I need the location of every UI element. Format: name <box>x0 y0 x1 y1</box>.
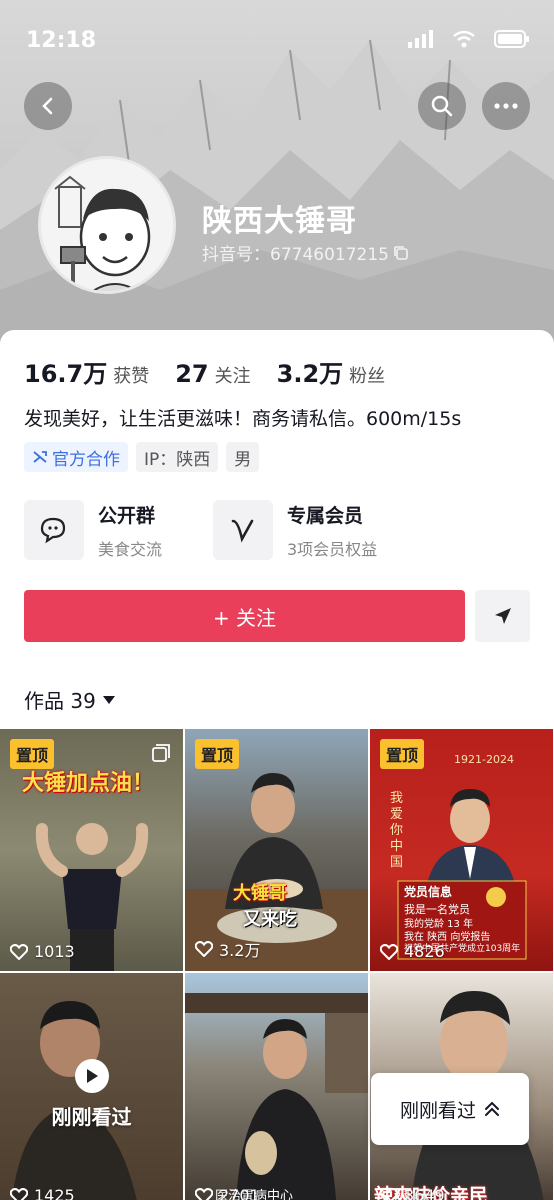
gender-tag-label: 男 <box>234 449 252 470</box>
video-card[interactable]: 置顶 1921-2024 我爱你中国 党员信息 我是一名党员 我的党龄 13 年… <box>370 729 553 971</box>
membership-entry[interactable]: 专属会员 3项会员权益 <box>213 500 377 560</box>
copy-icon[interactable] <box>393 245 409 261</box>
video-caption-bottom: 又来吃 <box>243 909 297 930</box>
caret-down-icon <box>102 695 115 704</box>
video-caption: 大锤加点油！ <box>22 771 155 796</box>
stat-fans[interactable]: 3.2万 粉丝 <box>277 354 386 389</box>
search-button[interactable] <box>418 82 466 130</box>
more-button[interactable] <box>482 82 530 130</box>
play-button[interactable] <box>74 1058 109 1093</box>
man-street-image <box>185 993 368 1200</box>
search-icon <box>431 95 453 117</box>
ip-tag: IP：陕西 <box>136 442 219 472</box>
more-dots-icon <box>494 103 518 109</box>
status-bar: 12:18 <box>0 0 554 80</box>
public-group-entry[interactable]: 公开群 美食交流 <box>24 500 162 560</box>
public-group-title: 公开群 <box>98 504 156 527</box>
back-arrow-icon <box>42 97 53 115</box>
double-chevron-up-icon <box>485 1101 499 1116</box>
video-likes: 3649 <box>380 1186 445 1200</box>
heart-icon <box>195 941 213 957</box>
send-icon <box>494 608 511 624</box>
stat-following[interactable]: 27 关注 <box>175 360 250 388</box>
stat-likes-num: 16.7万 <box>24 360 108 388</box>
recently-watched-label: 刚刚看过 <box>399 1099 476 1122</box>
video-likes-count: 3.2万 <box>219 941 261 960</box>
profile-screen: 12:18 陕西大锤哥 抖音号：67746017215 16.7万 获赞 27 … <box>0 0 554 1200</box>
banner-year-text: 1921-2024 <box>454 753 514 766</box>
video-card[interactable]: 置顶 大锤哥 又来吃 3.2万 <box>185 729 368 971</box>
profile-card: 16.7万 获赞 27 关注 3.2万 粉丝 发现美好，让生活更滋味！商务请私信… <box>0 330 554 1200</box>
douyin-id-text: 抖音号：67746017215 <box>202 245 389 265</box>
pinned-badge: 置顶 <box>195 739 240 769</box>
video-likes: 1425 <box>10 1186 75 1200</box>
follow-button[interactable]: + 关注 <box>24 590 465 642</box>
profile-name: 陕西大锤哥 <box>202 204 357 239</box>
group-chat-icon <box>24 500 84 560</box>
heart-icon <box>10 1187 28 1200</box>
works-tab[interactable]: 作品 39 <box>24 685 116 714</box>
play-icon <box>86 1068 98 1083</box>
heart-icon <box>195 1187 213 1200</box>
pinned-badge: 置顶 <box>380 739 425 769</box>
recently-watched-button[interactable]: 刚刚看过 <box>371 1073 529 1145</box>
stat-fans-num: 3.2万 <box>276 360 344 388</box>
heart-icon <box>10 943 28 960</box>
video-likes: 2701 <box>195 1186 260 1200</box>
membership-text: 专属会员 3项会员权益 <box>287 501 377 560</box>
works-label: 作品 39 <box>24 689 96 713</box>
watched-label: 刚刚看过 <box>51 1104 132 1129</box>
video-likes: 1013 <box>10 942 75 961</box>
avatar[interactable] <box>38 156 176 294</box>
video-likes: 3.2万 <box>195 937 260 961</box>
avatar-cartoon-icon <box>41 159 173 291</box>
video-likes-count: 1013 <box>34 942 75 961</box>
video-card[interactable]: 置顶 大锤加点油！ 1013 <box>0 729 183 971</box>
battery-icon <box>494 30 529 48</box>
profile-bio: 发现美好，让生活更滋味！商务请私信。600m/15s <box>24 408 462 430</box>
video-likes-count: 1425 <box>34 1186 75 1200</box>
gender-tag: 男 <box>226 442 260 472</box>
video-card[interactable]: 刚刚看过 1425 <box>0 973 183 1200</box>
watched-overlay: 刚刚看过 <box>0 973 183 1200</box>
stat-likes-label: 获赞 <box>113 366 150 387</box>
video-card[interactable]: 医治胃病中心 2701 <box>185 973 368 1200</box>
status-time: 12:18 <box>26 28 97 53</box>
video-likes: 4826 <box>380 942 445 961</box>
love-china-text: 我爱你中国 <box>390 791 404 870</box>
heart-icon <box>380 943 398 960</box>
official-tag[interactable]: 官方合作 <box>24 442 128 472</box>
public-group-text: 公开群 美食交流 <box>98 501 162 560</box>
douyin-id[interactable]: 抖音号：67746017215 <box>202 240 409 265</box>
back-button[interactable] <box>24 82 72 130</box>
share-button[interactable] <box>475 590 530 642</box>
stat-likes[interactable]: 16.7万 获赞 <box>24 354 149 389</box>
signal-icon <box>408 30 433 48</box>
video-likes-count: 3649 <box>404 1186 445 1200</box>
wifi-icon <box>453 30 475 48</box>
official-tag-label: 官方合作 <box>52 449 120 470</box>
multi-image-icon <box>152 744 170 762</box>
system-icons <box>408 30 530 48</box>
party-info-title: 党员信息 <box>404 885 453 899</box>
heart-icon <box>380 1187 398 1200</box>
video-caption-top: 大锤哥 <box>233 883 287 904</box>
follow-label: + 关注 <box>212 605 277 630</box>
membership-icon <box>213 500 273 560</box>
membership-subtitle: 3项会员权益 <box>287 539 378 559</box>
public-group-subtitle: 美食交流 <box>98 539 163 559</box>
profile-tags: 官方合作 IP：陕西 男 <box>24 442 260 472</box>
stat-following-num: 27 <box>175 360 209 388</box>
stat-following-label: 关注 <box>214 366 251 387</box>
video-likes-count: 4826 <box>404 942 445 961</box>
membership-title: 专属会员 <box>287 504 364 527</box>
video-likes-count: 2701 <box>219 1186 260 1200</box>
stat-fans-label: 粉丝 <box>349 366 386 387</box>
ip-tag-label: IP：陕西 <box>144 449 211 470</box>
official-partner-icon <box>33 451 47 463</box>
profile-stats: 16.7万 获赞 27 关注 3.2万 粉丝 <box>24 354 385 389</box>
